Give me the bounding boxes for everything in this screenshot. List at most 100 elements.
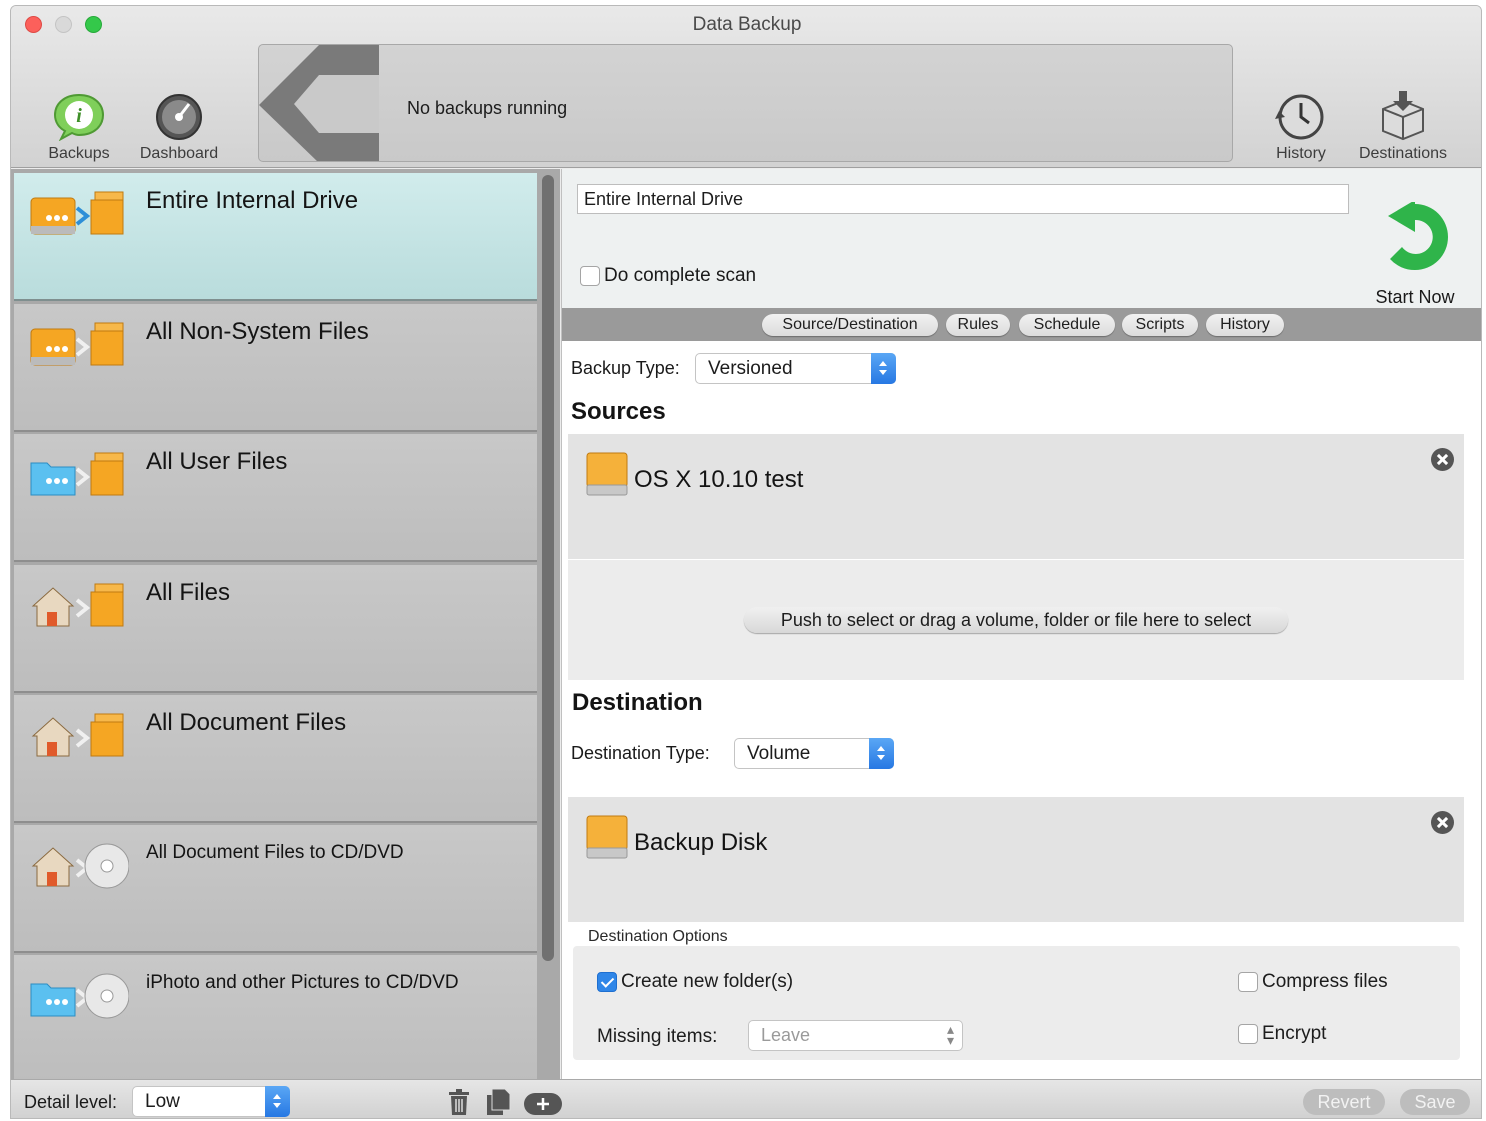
- destination-volume-name: Backup Disk: [634, 829, 768, 856]
- backup-item-all-document-files-cd-dvd[interactable]: All Document Files to CD/DVD: [14, 825, 537, 953]
- backups-button[interactable]: i Backups: [47, 91, 111, 163]
- backup-detail-pane: Do complete scan Start Now Source/Destin…: [561, 169, 1481, 1079]
- duplicate-icon[interactable]: [485, 1089, 511, 1115]
- user-folder-to-files-icon: [30, 452, 124, 496]
- sidebar-scrollbar[interactable]: [542, 175, 554, 961]
- destination-options-title: Destination Options: [588, 928, 728, 945]
- app-window: Data Backup i Backups Dashboard No backu…: [10, 5, 1482, 1119]
- home-to-disc-icon: [31, 843, 129, 889]
- sources-title: Sources: [571, 398, 666, 425]
- history-button[interactable]: History: [1269, 91, 1333, 163]
- history-clock-icon: [1275, 94, 1324, 140]
- checkbox-box[interactable]: [597, 972, 617, 992]
- tab-schedule[interactable]: Schedule: [1019, 314, 1115, 336]
- backup-type-value: Versioned: [708, 358, 793, 379]
- toolbar: Data Backup i Backups Dashboard No backu…: [11, 6, 1481, 168]
- checkbox-box[interactable]: [1238, 1024, 1258, 1044]
- drive-to-files-icon: [30, 191, 124, 235]
- tab-scripts[interactable]: Scripts: [1122, 314, 1198, 336]
- backup-type-label: Backup Type:: [571, 358, 680, 378]
- encrypt-checkbox[interactable]: Encrypt: [1238, 1023, 1326, 1045]
- backup-item-all-user-files[interactable]: All User Files: [14, 434, 537, 562]
- folder-to-disc-icon: [30, 973, 129, 1019]
- box-icon: [1382, 91, 1424, 141]
- hard-drive-icon: [586, 815, 628, 859]
- checkbox-box[interactable]: [580, 266, 600, 286]
- create-folders-checkbox[interactable]: Create new folder(s): [597, 971, 793, 993]
- home-to-files-icon: [31, 713, 124, 757]
- bottom-bar: Detail level: Low Revert Save: [11, 1079, 1481, 1118]
- status-text: No backups running: [407, 98, 568, 118]
- missing-items-label: Missing items:: [597, 1026, 718, 1047]
- missing-items-value: Leave: [761, 1025, 811, 1045]
- backup-item-all-non-system-files[interactable]: All Non-System Files: [14, 304, 537, 432]
- trash-icon[interactable]: [448, 1089, 470, 1115]
- svg-text:i: i: [76, 105, 82, 127]
- updown-chevron-icon: ▴ ▾: [946, 1021, 954, 1048]
- push-to-select-button[interactable]: Push to select or drag a volume, folder …: [744, 607, 1288, 633]
- complete-scan-label: Do complete scan: [604, 265, 757, 286]
- hard-drive-icon: [586, 452, 628, 496]
- backup-item-name: All User Files: [146, 448, 288, 475]
- complete-scan-checkbox[interactable]: Do complete scan: [580, 265, 756, 287]
- gauge-icon: [156, 94, 202, 140]
- destination-volume-box[interactable]: Backup Disk: [568, 797, 1464, 922]
- backup-item-name: iPhoto and other Pictures to CD/DVD: [146, 972, 459, 993]
- detail-level-label: Detail level:: [24, 1092, 118, 1112]
- start-now-button[interactable]: Start Now: [1365, 200, 1465, 308]
- home-to-files-icon: [31, 583, 124, 627]
- start-now-label: Start Now: [1375, 287, 1455, 307]
- remove-source-icon[interactable]: [1431, 448, 1454, 471]
- destination-type-value: Volume: [747, 743, 811, 764]
- history-label: History: [1276, 145, 1326, 162]
- window-title: Data Backup: [692, 14, 802, 35]
- backups-label: Backups: [48, 145, 110, 162]
- tab-history[interactable]: History: [1206, 314, 1284, 336]
- tab-source-destination[interactable]: Source/Destination: [762, 314, 938, 336]
- backup-item-name: All Non-System Files: [146, 318, 369, 345]
- dashboard-button[interactable]: Dashboard: [139, 91, 219, 163]
- destination-type-select[interactable]: Volume: [734, 738, 894, 769]
- destinations-label: Destinations: [1358, 145, 1448, 162]
- detail-level-select[interactable]: Low: [132, 1086, 290, 1117]
- compress-files-checkbox[interactable]: Compress files: [1238, 971, 1388, 993]
- backup-item-all-document-files[interactable]: All Document Files: [14, 695, 537, 823]
- source-drop-area[interactable]: Push to select or drag a volume, folder …: [568, 560, 1464, 680]
- revert-button[interactable]: Revert: [1303, 1089, 1385, 1115]
- start-arrow-icon: [1388, 200, 1448, 271]
- backup-list: Entire Internal Drive All Non-System Fil…: [11, 169, 560, 1083]
- destination-title: Destination: [572, 689, 703, 716]
- destinations-button[interactable]: Destinations: [1353, 91, 1453, 163]
- backup-type-select[interactable]: Versioned: [695, 353, 896, 384]
- backup-name-field[interactable]: [577, 184, 1349, 214]
- destination-type-label: Destination Type:: [571, 743, 710, 763]
- source-volume-name: OS X 10.10 test: [634, 466, 804, 493]
- save-button[interactable]: Save: [1400, 1089, 1470, 1115]
- add-icon[interactable]: [524, 1093, 562, 1115]
- back-arrow-icon: [259, 45, 379, 161]
- tab-bar: Source/Destination Rules Schedule Script…: [562, 308, 1481, 341]
- compress-files-label: Compress files: [1262, 971, 1388, 992]
- stepper-arrows-icon: [265, 1086, 290, 1117]
- tab-rules[interactable]: Rules: [946, 314, 1010, 336]
- backup-item-all-files[interactable]: All Files: [14, 565, 537, 693]
- backup-item-name: All Document Files: [146, 709, 347, 736]
- status-panel: No backups running: [258, 44, 1233, 162]
- destination-options-panel: Create new folder(s) Compress files Miss…: [573, 946, 1460, 1060]
- backup-item-name: All Files: [146, 579, 231, 606]
- stepper-arrows-icon: [871, 353, 896, 384]
- backup-item-entire-internal-drive[interactable]: Entire Internal Drive: [14, 173, 537, 301]
- dashboard-label: Dashboard: [139, 145, 219, 162]
- create-folders-label: Create new folder(s): [621, 971, 794, 992]
- backup-item-name: Entire Internal Drive: [146, 187, 359, 214]
- drive-to-files-icon: [30, 322, 124, 366]
- checkbox-box[interactable]: [1238, 972, 1258, 992]
- remove-destination-icon[interactable]: [1431, 811, 1454, 834]
- detail-level-value: Low: [145, 1091, 180, 1112]
- encrypt-label: Encrypt: [1262, 1023, 1327, 1044]
- stepper-arrows-icon: [869, 738, 894, 769]
- missing-items-select[interactable]: Leave ▴ ▾: [748, 1020, 963, 1051]
- source-volume-box[interactable]: OS X 10.10 test: [568, 434, 1464, 559]
- info-icon: i: [53, 93, 105, 141]
- backup-item-iphoto-pictures-cd-dvd[interactable]: iPhoto and other Pictures to CD/DVD: [14, 955, 537, 1083]
